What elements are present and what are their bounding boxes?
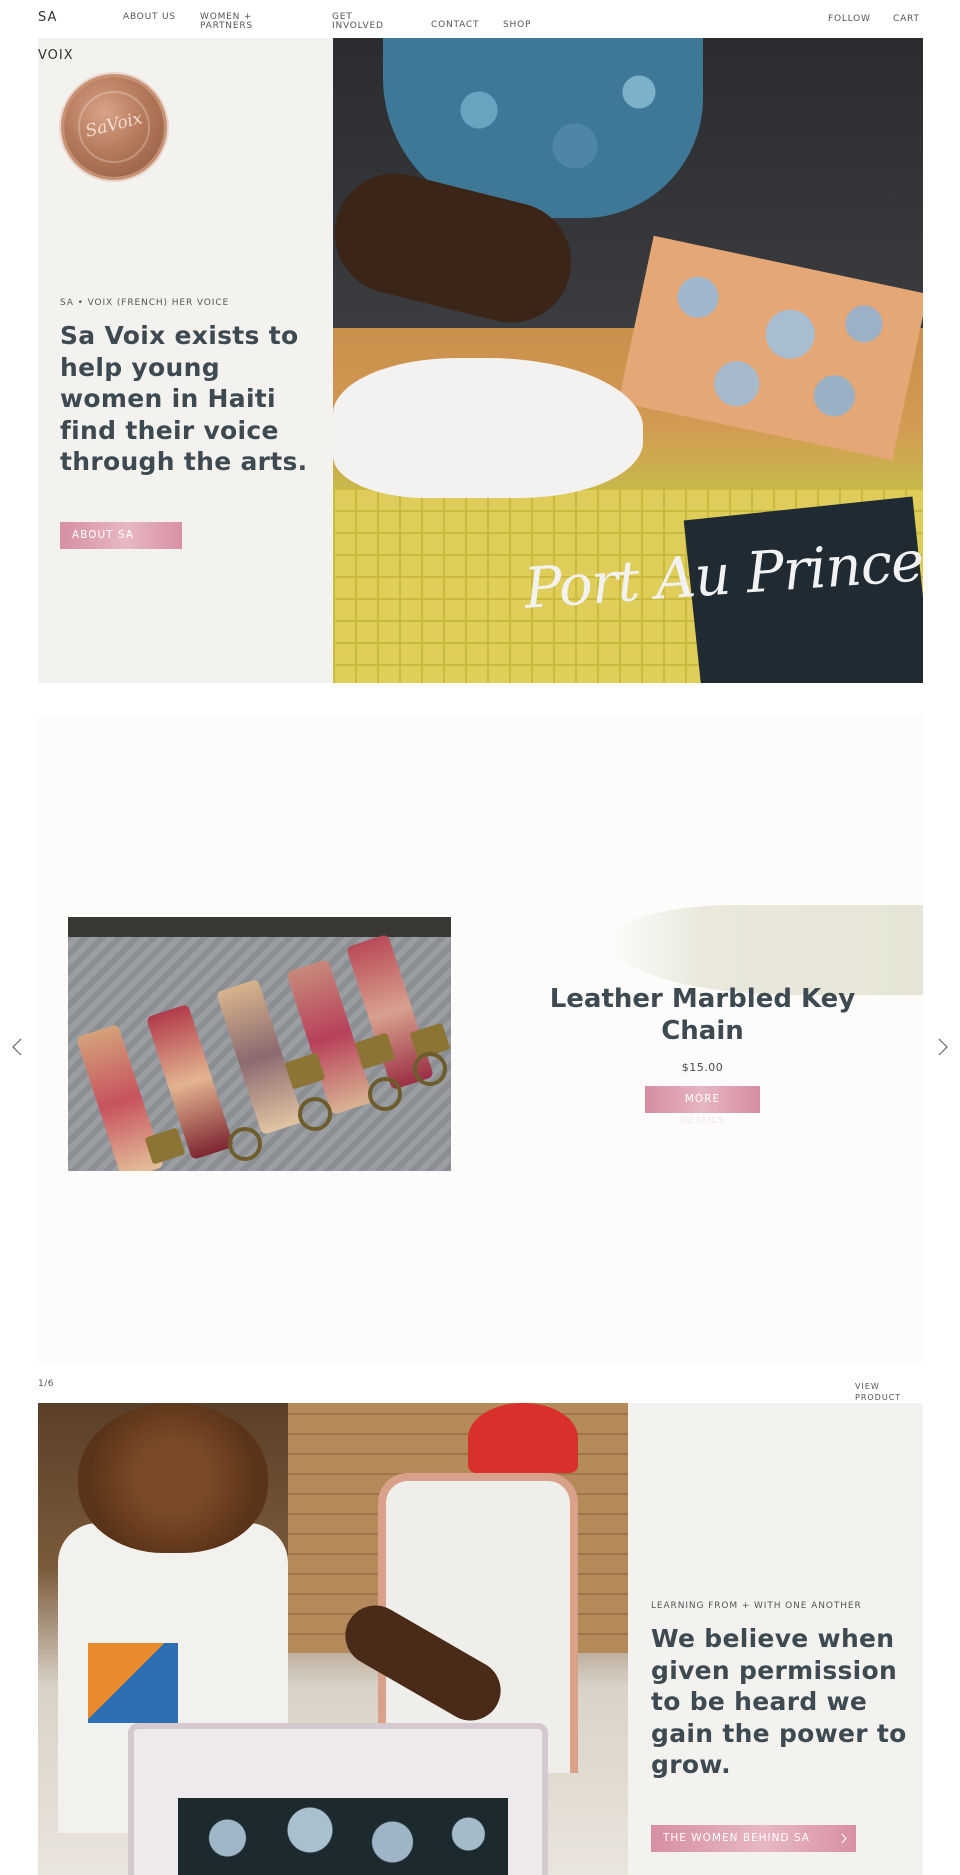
more-details-button[interactable]: MORE [645, 1086, 760, 1113]
photo-shirt-print [88, 1643, 178, 1723]
keychain-ring [298, 1097, 332, 1131]
nav-women-partners[interactable]: WOMEN + PARTNERS [200, 13, 280, 31]
photo-marbling-ink [178, 1798, 508, 1875]
chevron-right-icon[interactable] [936, 1036, 950, 1063]
site-logo[interactable]: SA [38, 11, 57, 25]
keychain-ring [413, 1052, 447, 1086]
keychain-ring [368, 1077, 402, 1111]
photo-white-cloth [333, 358, 643, 498]
site-logo-second-line[interactable]: VOIX [38, 49, 74, 63]
nav-about-us[interactable]: ABOUT US [123, 13, 183, 22]
product-title[interactable]: Leather Marbled Key Chain [530, 983, 875, 1047]
photo-red-cap [468, 1403, 578, 1473]
women-kicker: LEARNING FROM + WITH ONE ANOTHER [651, 1601, 862, 1611]
keychain-strap [215, 978, 305, 1136]
nav-cart[interactable]: CART [893, 15, 920, 24]
product-price: $15.00 [681, 1061, 724, 1074]
more-details-ghost-text: DETAILS [680, 1116, 725, 1126]
slide-counter: 1/6 [38, 1379, 54, 1389]
hero-photo: Port Au Prince [333, 38, 923, 683]
chevron-right-icon [840, 1825, 848, 1863]
nav-contact[interactable]: CONTACT [431, 21, 479, 30]
women-headline: We believe when given permission to be h… [651, 1624, 907, 1779]
top-nav: SA ABOUT US WOMEN + PARTNERS GET INVOLVE… [0, 0, 960, 38]
photo-marbled-paper [618, 235, 923, 461]
hero-kicker: SA • VOIX (FRENCH) HER VOICE [60, 298, 230, 308]
hero-headline: Sa Voix exists to help young women in Ha… [60, 321, 308, 476]
view-product-link[interactable]: VIEW PRODUCT [855, 1381, 915, 1403]
women-photo [38, 1403, 628, 1875]
chevron-left-icon[interactable] [10, 1036, 24, 1063]
about-sa-button[interactable]: ABOUT SA [60, 522, 182, 549]
tray-edge [68, 917, 451, 937]
nav-follow[interactable]: FOLLOW [828, 15, 871, 24]
nav-get-involved[interactable]: GET INVOLVED [332, 13, 392, 31]
keychain-ring [228, 1127, 262, 1161]
women-behind-sa-label: THE WOMEN BEHIND SA [663, 1832, 810, 1844]
women-behind-sa-button[interactable]: THE WOMEN BEHIND SA [651, 1825, 856, 1852]
nav-shop[interactable]: SHOP [503, 21, 531, 30]
photo-hair [78, 1403, 268, 1553]
product-image[interactable] [68, 917, 451, 1171]
